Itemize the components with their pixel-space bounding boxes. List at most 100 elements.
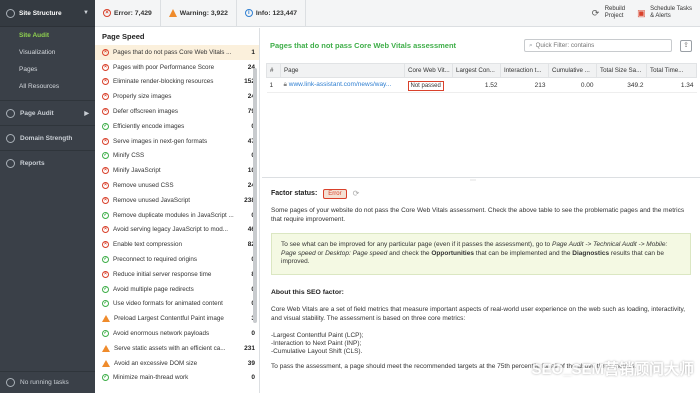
schedule-label-line1: Schedule Tasks bbox=[650, 6, 692, 12]
factor-list-item[interactable]: × Minify JavaScript 10 bbox=[95, 163, 259, 178]
factor-list-item[interactable]: × Pages that do not pass Core Web Vitals … bbox=[95, 45, 259, 60]
error-icon: × bbox=[102, 63, 109, 71]
column-header[interactable]: Core Web Vit... bbox=[404, 63, 453, 78]
factor-list-item[interactable]: × Avoid serving legacy JavaScript to mod.… bbox=[95, 223, 259, 238]
tip-text: and check the bbox=[387, 249, 432, 257]
sidebar-item-site-audit[interactable]: Site Audit bbox=[0, 27, 95, 44]
warning-count[interactable]: Warning: 3,922 bbox=[161, 0, 237, 27]
factor-label: Defer offscreen images bbox=[113, 108, 178, 116]
rebuild-label: Rebuild Project bbox=[605, 6, 625, 20]
sidebar-section-domain-strength[interactable]: Domain Strength bbox=[0, 125, 95, 150]
watermark: SEO_SEM营销顾问大师 bbox=[531, 361, 694, 378]
page-url-link[interactable]: www.link-assistant.com/news/way... bbox=[289, 81, 391, 88]
lcp-cell: 1.52 bbox=[452, 77, 501, 93]
site-structure-icon bbox=[6, 8, 15, 18]
factor-list-item[interactable]: ✓ Minimize main-thread work 0 bbox=[95, 371, 259, 386]
factor-list-item[interactable]: ✓Efficiently encode images0 bbox=[95, 119, 259, 134]
column-header[interactable]: Largest Con... bbox=[452, 63, 501, 78]
check-icon: ✓ bbox=[102, 285, 109, 293]
factor-list-item[interactable]: × Remove unused CSS 24 bbox=[95, 178, 259, 193]
factor-list-item[interactable]: ✓Preconnect to required origins0 bbox=[95, 252, 259, 267]
error-icon: × bbox=[102, 196, 109, 204]
rebuild-label-line1: Rebuild bbox=[604, 6, 626, 12]
column-header[interactable]: Cumulative ... bbox=[548, 63, 597, 78]
factor-list-item[interactable]: × Remove unused JavaScript 238 bbox=[95, 193, 259, 208]
schedule-tasks-button[interactable]: ▣ Schedule Tasks & Alerts bbox=[637, 6, 692, 20]
error-count[interactable]: × Error: 7,429 bbox=[95, 0, 161, 27]
row-number: 1 bbox=[266, 77, 281, 93]
factor-label: Remove unused CSS bbox=[113, 182, 174, 190]
column-header[interactable]: Page bbox=[280, 63, 405, 78]
inp-cell: 213 bbox=[500, 77, 549, 93]
factor-list-item[interactable]: Avoid an excessive DOM size 39 bbox=[95, 356, 259, 371]
sidebar-item-all-resources[interactable]: All Resources bbox=[0, 78, 95, 95]
factor-label: Serve static assets with an efficient ca… bbox=[114, 344, 226, 352]
factor-list-item[interactable]: ×Reduce initial server response time8 bbox=[95, 267, 259, 282]
warning-icon bbox=[168, 9, 177, 17]
factor-list-item[interactable]: × Defer offscreen images 79 bbox=[95, 104, 259, 119]
factor-label: Reduce initial server response time bbox=[113, 270, 212, 278]
factor-label: Avoid multiple page redirects bbox=[113, 285, 194, 293]
factor-list-item[interactable]: Serve static assets with an efficient ca… bbox=[95, 341, 259, 356]
factor-label: Minify CSS bbox=[113, 152, 145, 160]
sidebar-item-pages[interactable]: Pages bbox=[0, 61, 95, 78]
search-icon: ⌕ bbox=[529, 41, 533, 49]
sidebar: Site Structure ▼ Site Audit Visualizatio… bbox=[0, 0, 95, 393]
page-audit-icon bbox=[6, 108, 15, 118]
page-url-cell[interactable]: 🔒︎ www.link-assistant.com/news/way... bbox=[280, 77, 405, 93]
table-row[interactable]: 1 🔒︎ www.link-assistant.com/news/way... … bbox=[266, 77, 697, 93]
factor-list-item[interactable]: ✓ Avoid enormous network payloads 0 bbox=[95, 326, 259, 341]
factor-list-item[interactable]: ✓ Remove duplicate modules in JavaScript … bbox=[95, 208, 259, 223]
cwv-status-cell: Not passed bbox=[404, 77, 453, 93]
total-size-cell: 349.2 bbox=[596, 77, 647, 93]
factor-label: Pages with poor Performance Score bbox=[113, 63, 215, 71]
tip-emphasis: Diagnostics bbox=[572, 249, 610, 257]
reports-icon bbox=[6, 158, 15, 168]
column-header[interactable]: Total Size Sa... bbox=[596, 63, 647, 78]
info-icon: i bbox=[244, 9, 253, 17]
factor-label: Eliminate render-blocking resources bbox=[113, 78, 214, 86]
info-count[interactable]: i Info: 123,447 bbox=[237, 0, 307, 27]
factor-list-item[interactable]: ✓Use video formats for animated content0 bbox=[95, 297, 259, 312]
error-icon: × bbox=[103, 9, 111, 17]
check-icon: ✓ bbox=[102, 374, 109, 382]
column-header[interactable]: Interaction t... bbox=[500, 63, 549, 78]
factor-list-item[interactable]: × Serve images in next-gen formats 47 bbox=[95, 134, 259, 149]
factor-list-item[interactable]: ✓Minify CSS0 bbox=[95, 149, 259, 164]
schedule-label: Schedule Tasks & Alerts bbox=[650, 6, 692, 20]
export-icon[interactable]: ⇪ bbox=[680, 39, 692, 52]
factor-label: Avoid serving legacy JavaScript to mod..… bbox=[113, 226, 229, 234]
sidebar-section-reports[interactable]: Reports bbox=[0, 150, 95, 175]
tip-emphasis: Opportunities bbox=[431, 249, 474, 257]
sidebar-section-page-audit[interactable]: Page Audit ▶ bbox=[0, 100, 95, 125]
scrollbar[interactable] bbox=[253, 68, 257, 323]
column-header[interactable]: # bbox=[266, 63, 281, 78]
results-title: Pages that do not pass Core Web Vitals a… bbox=[270, 41, 457, 50]
quick-filter-input[interactable] bbox=[535, 42, 656, 49]
chevron-down-icon: ▼ bbox=[83, 10, 89, 16]
factor-label: Pages that do not pass Core Web Vitals .… bbox=[113, 48, 232, 56]
sidebar-section-site-structure[interactable]: Site Structure ▼ bbox=[0, 0, 95, 27]
factor-count: 1 bbox=[251, 48, 255, 56]
factor-list-item[interactable]: × Eliminate render-blocking resources 152 bbox=[95, 75, 259, 90]
tasks-icon bbox=[6, 378, 15, 387]
results-table: # Page Core Web Vit... Largest Con... In… bbox=[266, 63, 697, 93]
schedule-label-line2: & Alerts bbox=[650, 13, 671, 19]
quick-filter[interactable]: ⌕ bbox=[524, 39, 672, 52]
sidebar-item-visualization[interactable]: Visualization bbox=[0, 44, 95, 61]
recommendation-box: To see what can be improved for any part… bbox=[271, 233, 691, 275]
rebuild-project-button[interactable]: ⟳ Rebuild Project bbox=[592, 6, 625, 20]
factor-list-item[interactable]: Preload Largest Contentful Paint image3 bbox=[95, 311, 259, 326]
column-header[interactable]: Total Time... bbox=[646, 63, 697, 78]
factor-label: Avoid enormous network payloads bbox=[113, 330, 210, 338]
factor-list-item[interactable]: ✓Avoid multiple page redirects0 bbox=[95, 282, 259, 297]
factor-status-badge: Error bbox=[323, 188, 347, 199]
refresh-icon[interactable]: ⟳ bbox=[353, 189, 360, 198]
factor-list-item[interactable]: × Properly size images 24 bbox=[95, 89, 259, 104]
task-status[interactable]: No running tasks bbox=[0, 371, 95, 393]
sidebar-section-label: Page Audit bbox=[20, 109, 54, 117]
factor-list-item[interactable]: × Enable text compression 82 bbox=[95, 237, 259, 252]
factor-list-item[interactable]: × Pages with poor Performance Score 24 bbox=[95, 60, 259, 75]
metric-item: -Largest Contentful Paint (LCP); bbox=[271, 331, 364, 339]
task-status-label: No running tasks bbox=[20, 379, 69, 386]
